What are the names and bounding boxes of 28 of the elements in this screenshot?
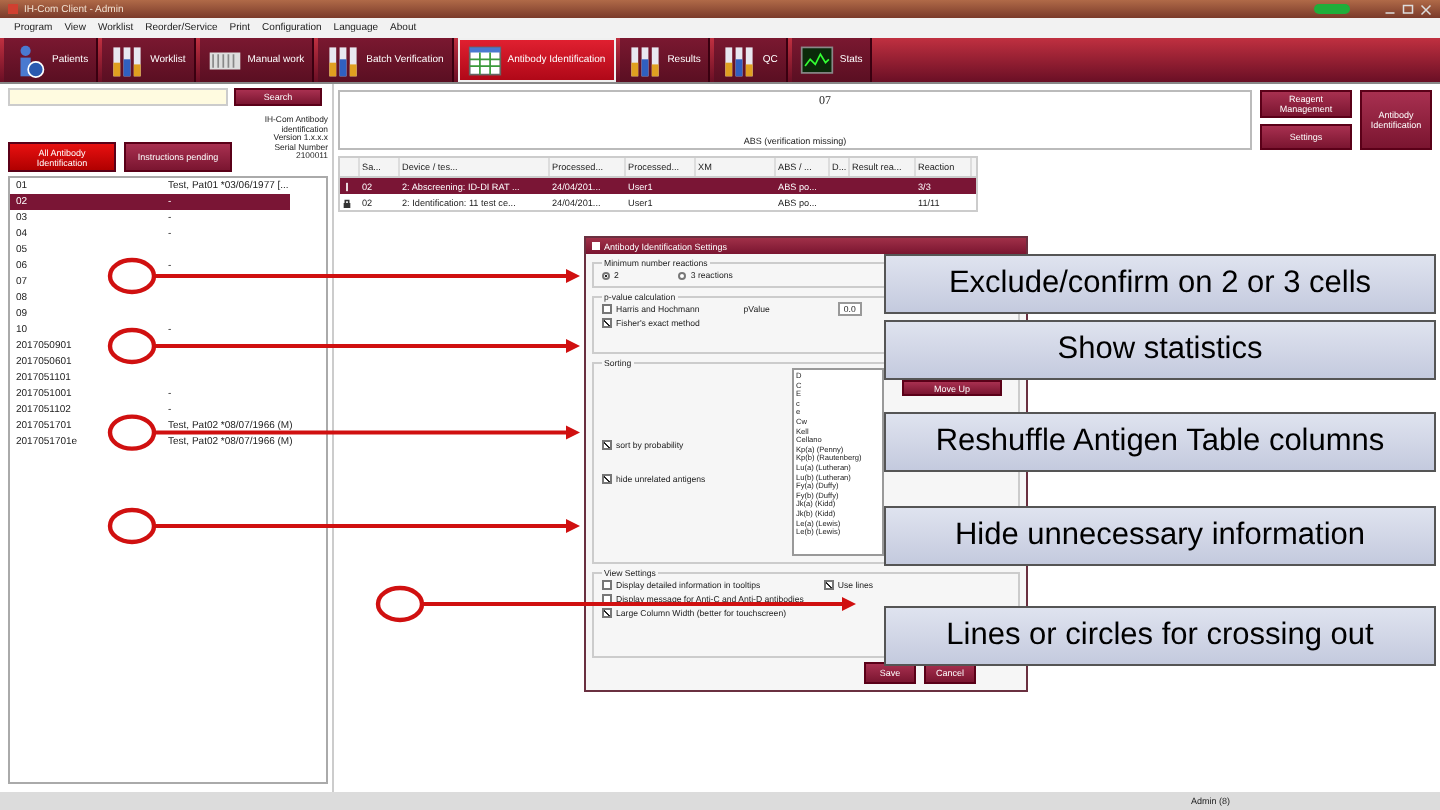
monitor-icon: [799, 43, 834, 77]
checkbox[interactable]: [602, 474, 612, 484]
maximize-icon[interactable]: [1402, 3, 1414, 15]
callout-label: Hide unnecessary information: [884, 506, 1436, 566]
status-indicator: [1314, 4, 1350, 14]
lock-icon: [342, 197, 352, 207]
callout-label: Lines or circles for crossing out: [884, 606, 1436, 666]
test-tubes-icon: [326, 43, 361, 77]
app-icon: [8, 4, 18, 14]
test-tubes-icon: [627, 43, 662, 77]
radio-button[interactable]: [602, 271, 610, 279]
checkbox[interactable]: [602, 440, 612, 450]
checkbox[interactable]: [823, 580, 834, 590]
table-icon: [467, 43, 502, 77]
callout-label: Reshuffle Antigen Table columns: [884, 412, 1436, 472]
search-field[interactable]: [8, 88, 228, 106]
checkbox[interactable]: [602, 318, 612, 328]
checkbox[interactable]: [602, 594, 612, 604]
checkbox[interactable]: [602, 304, 612, 314]
callout-label: Exclude/confirm on 2 or 3 cells: [884, 254, 1436, 314]
checkbox[interactable]: [602, 608, 612, 618]
test-tubes-icon: [110, 43, 145, 77]
radio-button[interactable]: [678, 271, 687, 279]
callout-label: Show statistics: [884, 320, 1436, 380]
checkbox[interactable]: [602, 580, 612, 590]
dialog-icon: [592, 242, 600, 250]
close-icon[interactable]: [1420, 3, 1432, 15]
test-tubes-icon: [722, 43, 757, 77]
